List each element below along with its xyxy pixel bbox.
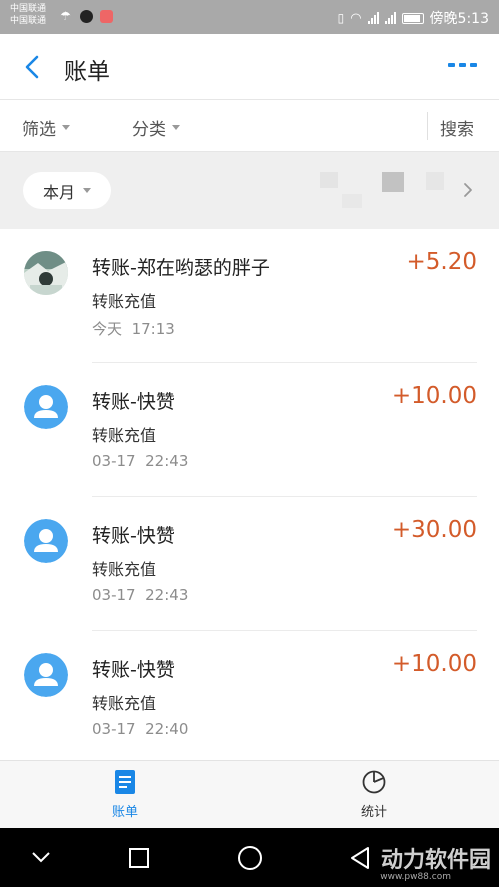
transaction-item[interactable]: 转账-快赞 +10.00 转账充值 03-17 22:43 <box>0 363 499 497</box>
transaction-name: 转账-快赞 <box>92 525 175 547</box>
photo-avatar <box>24 251 68 295</box>
transaction-clock: 22:43 <box>145 586 189 604</box>
recent-apps-icon[interactable] <box>129 848 149 868</box>
month-summary-row[interactable]: 本月 <box>0 152 499 229</box>
signal-1-icon <box>367 12 379 24</box>
system-nav-bar: 动力软件园 www.pw88.com <box>0 828 499 887</box>
transaction-date: 03-17 <box>92 720 136 738</box>
transaction-name: 转账-快赞 <box>92 659 175 681</box>
app-notification-icon <box>100 10 113 23</box>
wifi-icon: ◠ <box>350 10 362 26</box>
search-button[interactable]: 搜索 <box>440 115 474 140</box>
transaction-name: 转账-郑在哟瑟的胖子 <box>92 257 270 279</box>
caret-down-icon <box>172 125 180 130</box>
chevron-right-icon <box>464 183 472 197</box>
chevron-left-icon[interactable] <box>22 54 44 80</box>
transaction-date: 03-17 <box>92 452 136 470</box>
default-user-avatar <box>24 385 68 429</box>
transaction-amount: +10.00 <box>391 651 477 677</box>
month-selector[interactable]: 本月 <box>23 172 111 209</box>
status-bar: 中国联通 中国联通 ☂ ▯ ◠ 傍晚5:13 <box>0 0 499 34</box>
battery-icon <box>401 12 424 24</box>
status-time: 傍晚5:13 <box>429 11 489 27</box>
tab-statistics[interactable]: 统计 <box>334 769 414 820</box>
transaction-item[interactable]: 转账-郑在哟瑟的胖子 +5.20 转账充值 今天 17:13 <box>0 229 499 363</box>
home-icon[interactable] <box>238 846 262 870</box>
month-label: 本月 <box>42 182 75 202</box>
transaction-amount: +5.20 <box>406 249 477 275</box>
bottom-tab-bar: 账单 统计 <box>0 760 499 828</box>
redacted-summary <box>342 194 362 208</box>
transaction-clock: 17:13 <box>131 320 175 338</box>
app-header: 账单 <box>0 34 499 100</box>
watermark-url: www.pw88.com <box>380 872 451 882</box>
transaction-time: 03-17 22:43 <box>92 452 188 470</box>
category-dropdown[interactable]: 分类 <box>132 115 180 140</box>
transaction-name: 转账-快赞 <box>92 391 175 413</box>
transaction-amount: +10.00 <box>391 383 477 409</box>
search-label: 搜索 <box>440 120 474 140</box>
status-right: ▯ ◠ 傍晚5:13 <box>338 8 489 28</box>
filter-bar: 筛选 分类 搜索 <box>0 100 499 152</box>
transaction-time: 03-17 22:43 <box>92 586 188 604</box>
transaction-type: 转账充值 <box>92 426 157 445</box>
carrier-info: 中国联通 中国联通 <box>10 3 46 27</box>
redacted-summary <box>382 172 404 192</box>
bill-icon <box>115 770 135 794</box>
watermark-logo: 动力软件园 <box>380 848 491 873</box>
tab-bill-label: 账单 <box>111 805 138 820</box>
more-dots-icon[interactable] <box>448 63 477 67</box>
carrier-2: 中国联通 <box>10 16 47 26</box>
carrier-1: 中国联通 <box>10 4 47 14</box>
transaction-item[interactable]: 转账-快赞 +10.00 转账充值 03-17 22:40 <box>0 631 499 765</box>
filter-label: 筛选 <box>22 120 56 140</box>
back-nav-icon[interactable] <box>348 845 372 871</box>
divider <box>427 112 428 140</box>
default-user-avatar <box>24 519 68 563</box>
transaction-type: 转账充值 <box>92 560 157 579</box>
transaction-time: 03-17 22:40 <box>92 720 188 738</box>
tab-bill[interactable]: 账单 <box>85 769 165 820</box>
caret-down-icon <box>62 125 70 130</box>
transaction-amount: +30.00 <box>391 517 477 543</box>
transaction-list: 转账-郑在哟瑟的胖子 +5.20 转账充值 今天 17:13 转账-快赞 +10… <box>0 229 499 760</box>
signal-2-icon <box>384 12 396 24</box>
filter-dropdown[interactable]: 筛选 <box>22 115 70 140</box>
transaction-type: 转账充值 <box>92 694 157 713</box>
vibrate-icon: ▯ <box>337 11 345 25</box>
pie-chart-icon <box>362 770 386 794</box>
transaction-clock: 22:40 <box>145 720 189 738</box>
transaction-date: 今天 <box>92 320 123 338</box>
redacted-summary <box>320 172 338 188</box>
caret-down-icon <box>83 188 91 193</box>
tab-statistics-label: 统计 <box>360 805 387 820</box>
transaction-clock: 22:43 <box>145 452 189 470</box>
tiktok-icon <box>80 10 93 23</box>
transaction-type: 转账充值 <box>92 292 157 311</box>
hide-keyboard-icon[interactable] <box>31 850 51 864</box>
redacted-summary <box>426 172 444 190</box>
notification-icon: ☂ <box>60 9 71 23</box>
transaction-time: 今天 17:13 <box>92 318 175 339</box>
category-label: 分类 <box>132 120 166 140</box>
transaction-item[interactable]: 转账-快赞 +30.00 转账充值 03-17 22:43 <box>0 497 499 631</box>
page-title: 账单 <box>64 59 110 85</box>
transaction-date: 03-17 <box>92 586 136 604</box>
default-user-avatar <box>24 653 68 697</box>
